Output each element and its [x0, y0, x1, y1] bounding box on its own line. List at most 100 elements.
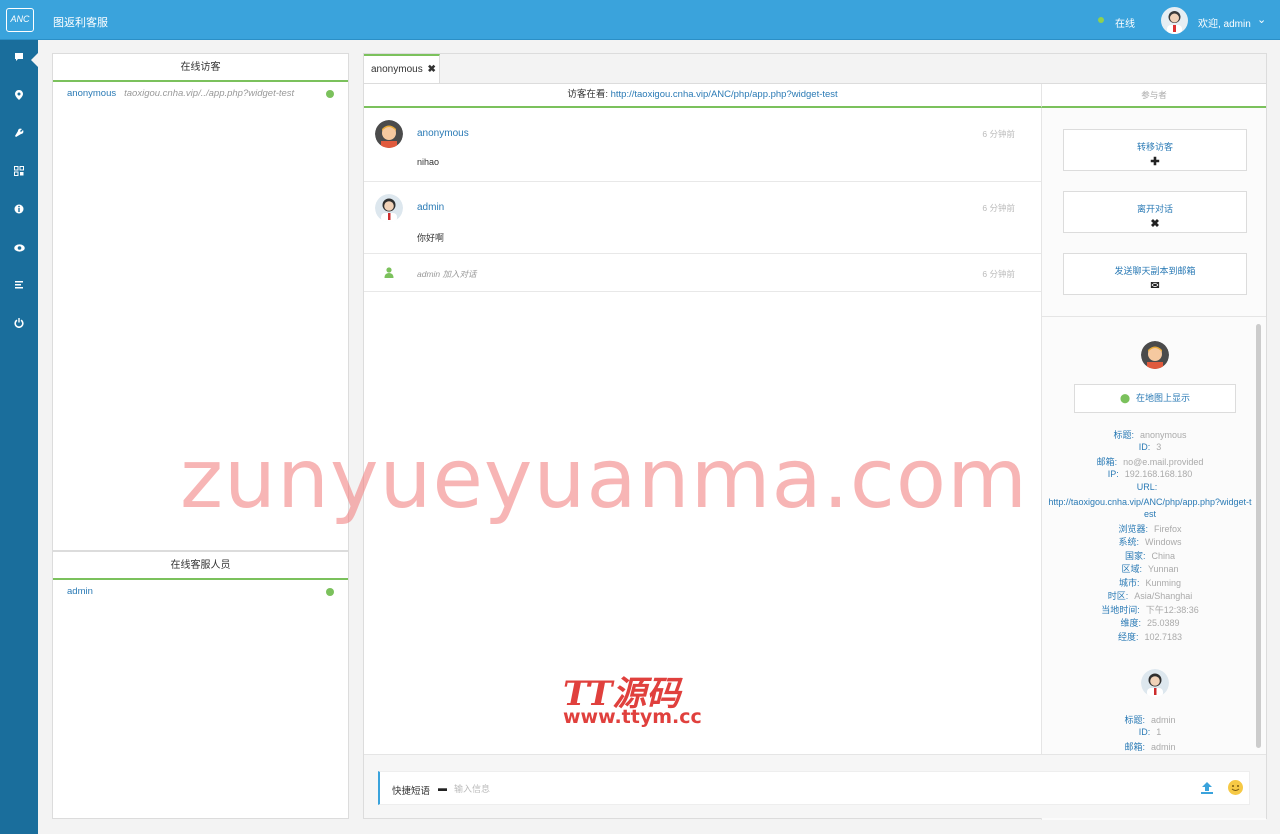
- chat-tabs: anonymous ✖: [364, 54, 1266, 84]
- info-key: 邮箱:: [1096, 457, 1118, 467]
- operator-list-item[interactable]: admin: [53, 580, 348, 604]
- info-row: 标题: anonymous: [1042, 428, 1258, 441]
- operator-avatar: [375, 194, 403, 222]
- chevron-down-icon[interactable]: ⌄: [1257, 13, 1266, 26]
- participants-panel: 转移访客 ✚ 离开对话 ✖ 发送聊天副本到邮箱 ✉ ⬤ 在地图上显示 标题: ano…: [1041, 108, 1266, 820]
- top-bar: ANC 图返利客服 在线 欢迎, admin ⌄: [0, 0, 1280, 40]
- welcome-text[interactable]: 欢迎, admin: [1198, 15, 1251, 30]
- system-message: admin 加入对话 6 分钟前: [364, 254, 1041, 292]
- info-value: Yunnan: [1147, 564, 1179, 574]
- close-icon[interactable]: ✖: [427, 64, 435, 75]
- info-row: IP: 192.168.168.180: [1042, 469, 1258, 479]
- chat-icon[interactable]: [0, 48, 38, 72]
- online-operators-panel: 在线客服人员 admin: [52, 551, 349, 819]
- user-icon: [384, 267, 394, 278]
- info-row: 维度: 25.0389: [1042, 616, 1258, 629]
- upload-icon[interactable]: [1200, 781, 1214, 795]
- participants-title: 参与者: [1041, 84, 1266, 108]
- message-text: nihao: [417, 157, 440, 167]
- info-key: 邮箱:: [1124, 742, 1145, 752]
- message-text: 你好啊: [417, 233, 445, 243]
- info-key: 国家:: [1124, 550, 1146, 561]
- info-value: no@e.mail.provided: [1123, 457, 1204, 467]
- info-row: URL:: [1042, 482, 1258, 492]
- info-key: 经度:: [1117, 631, 1139, 642]
- leave-chat-button[interactable]: 离开对话 ✖: [1063, 191, 1247, 233]
- transfer-visitor-button[interactable]: 转移访客 ✚: [1063, 129, 1247, 171]
- quick-phrases-label[interactable]: 快捷短语: [392, 783, 430, 797]
- chat-area: anonymous ✖ 访客在看: http://taoxigou.cnha.v…: [363, 53, 1267, 820]
- info-row: ID: 1: [1042, 727, 1258, 737]
- visitor-viewing-bar: 访客在看: http://taoxigou.cnha.vip/ANC/php/a…: [364, 84, 1041, 108]
- power-icon[interactable]: [0, 314, 38, 338]
- message-input[interactable]: [454, 779, 1154, 799]
- app-logo[interactable]: ANC: [6, 8, 34, 32]
- info-row: 当地时间: 下午12:38:36: [1042, 603, 1258, 616]
- info-key: 城市:: [1118, 577, 1140, 588]
- eye-icon[interactable]: [0, 238, 38, 262]
- operator-name[interactable]: admin: [67, 586, 93, 597]
- info-row: 城市: Kunming: [1042, 576, 1258, 589]
- tab-anonymous[interactable]: anonymous ✖: [364, 54, 440, 83]
- operator-info-avatar: [1141, 669, 1169, 697]
- check-circle-icon: [326, 90, 334, 98]
- close-icon: ✖: [1150, 218, 1160, 230]
- viewing-label: 访客在看:: [567, 89, 608, 100]
- emoji-icon[interactable]: [1228, 780, 1243, 795]
- user-avatar[interactable]: [1161, 7, 1188, 34]
- info-value[interactable]: http://taoxigou.cnha.vip/ANC/php/app.php…: [1042, 496, 1258, 520]
- online-visitors-title: 在线访客: [53, 54, 348, 82]
- info-value: 1: [1156, 726, 1162, 737]
- info-key: ID:: [1138, 726, 1151, 737]
- info-value: Asia/Shanghai: [1134, 591, 1193, 601]
- email-transcript-button[interactable]: 发送聊天副本到邮箱 ✉: [1063, 253, 1247, 295]
- location-icon[interactable]: [0, 86, 38, 110]
- qrcode-icon[interactable]: [0, 162, 38, 186]
- info-row: ID: 3: [1042, 442, 1258, 452]
- info-value: 25.0389: [1146, 618, 1180, 628]
- leave-chat-label: 离开对话: [1136, 204, 1173, 214]
- info-key: IP:: [1107, 468, 1119, 479]
- info-icon[interactable]: [0, 200, 38, 224]
- folder-icon[interactable]: ▬: [438, 783, 447, 793]
- show-on-map-label: 在地图上显示: [1136, 393, 1191, 403]
- transfer-visitor-label: 转移访客: [1136, 142, 1173, 152]
- info-key: 浏览器:: [1118, 523, 1148, 534]
- visitor-list-item[interactable]: anonymous taoxigou.cnha.vip/../app.php?wi…: [53, 82, 348, 106]
- info-key: 区域:: [1121, 564, 1142, 574]
- info-value: Kunming: [1145, 577, 1182, 588]
- info-value: 192.168.168.180: [1124, 468, 1193, 479]
- info-row: 邮箱: admin: [1042, 740, 1258, 753]
- info-key: 维度:: [1120, 618, 1141, 628]
- info-key: ID:: [1138, 441, 1151, 452]
- online-status-dot: [1098, 17, 1104, 23]
- viewing-url[interactable]: http://taoxigou.cnha.vip/ANC/php/app.php…: [611, 89, 838, 100]
- online-visitors-panel: 在线访客 anonymous taoxigou.cnha.vip/../app.p…: [52, 53, 349, 551]
- message-author: anonymous: [417, 128, 469, 139]
- show-on-map-button[interactable]: ⬤ 在地图上显示: [1074, 384, 1236, 413]
- info-row: 国家: China: [1042, 549, 1258, 562]
- list-icon[interactable]: [0, 276, 38, 300]
- info-key: 时区:: [1107, 591, 1129, 601]
- chat-message: admin 6 分钟前 你好啊: [364, 182, 1041, 254]
- info-value: admin: [1151, 742, 1176, 752]
- info-row: 邮箱: no@e.mail.provided: [1042, 455, 1258, 468]
- online-status-text[interactable]: 在线: [1115, 15, 1135, 30]
- message-composer: 快捷短语 ▬: [364, 754, 1266, 818]
- chat-message: anonymous 6 分钟前 nihao: [364, 108, 1041, 182]
- app-title: 图返利客服: [53, 17, 108, 29]
- watermark-url: www.ttym.cc: [563, 706, 702, 728]
- info-value: 3: [1156, 441, 1162, 452]
- message-time: 6 分钟前: [982, 203, 1015, 213]
- info-value: Firefox: [1154, 523, 1182, 534]
- composer-box: 快捷短语 ▬: [378, 771, 1250, 805]
- online-operators-title: 在线客服人员: [53, 552, 348, 580]
- visitor-name[interactable]: anonymous: [67, 88, 116, 99]
- info-key: URL:: [1136, 482, 1158, 492]
- message-time: 6 分钟前: [982, 129, 1015, 139]
- message-author: admin: [417, 202, 445, 213]
- email-transcript-label: 发送聊天副本到邮箱: [1114, 266, 1196, 276]
- wrench-icon[interactable]: [0, 124, 38, 148]
- info-value: 下午12:38:36: [1145, 604, 1199, 615]
- info-value: China: [1151, 550, 1176, 561]
